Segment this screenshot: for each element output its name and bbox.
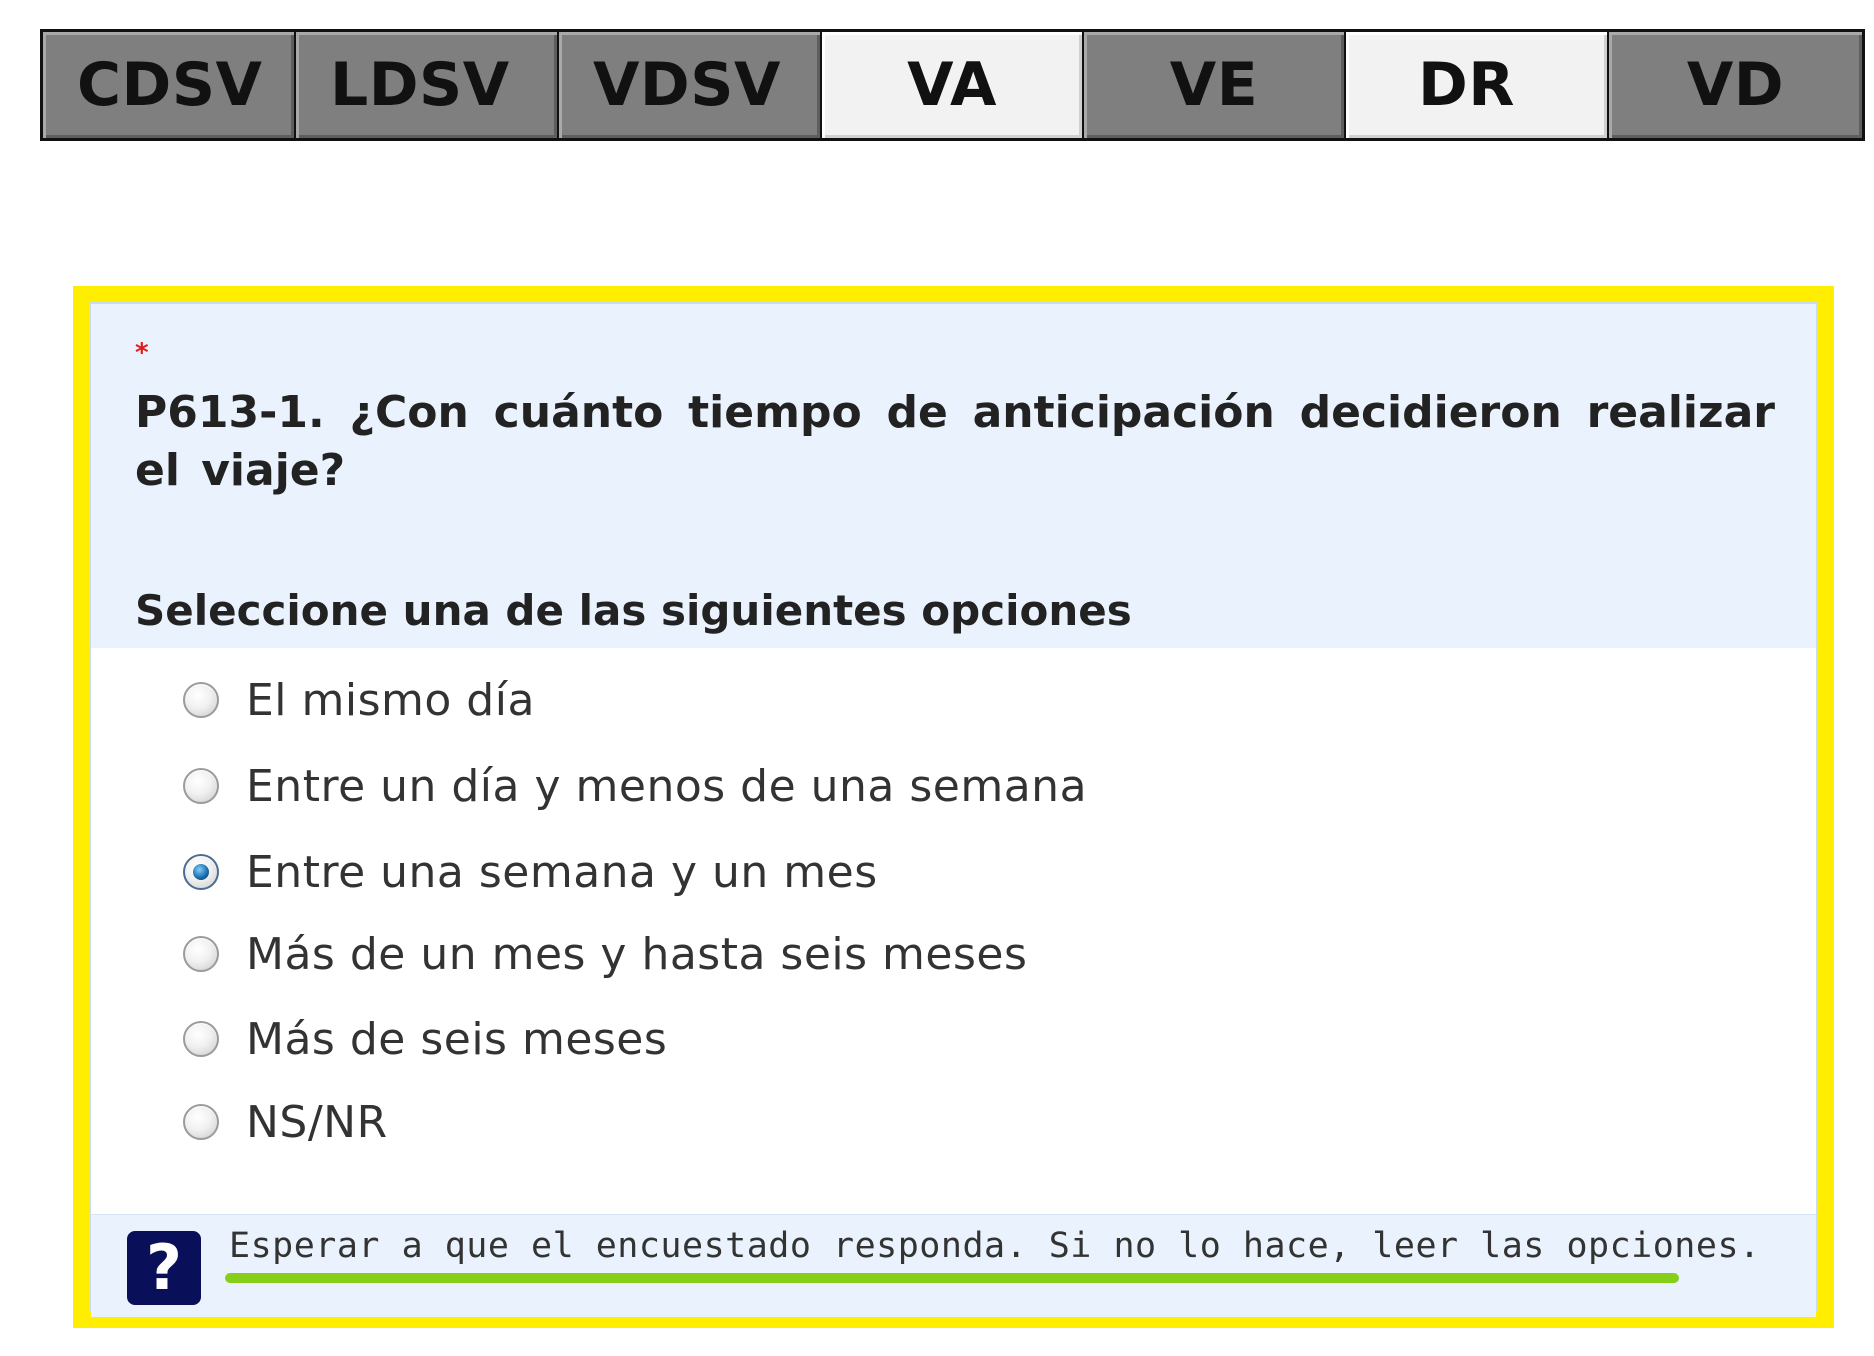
option-label: NS/NR — [246, 1096, 388, 1148]
tab-va[interactable]: VA — [822, 32, 1084, 138]
question-header: * P613-1. ¿Con cuánto tiempo de anticipa… — [91, 304, 1816, 648]
question-text: P613-1. ¿Con cuánto tiempo de anticipaci… — [135, 387, 1775, 496]
option-label: Entre un día y menos de una semana — [246, 760, 1088, 812]
option-entre-una-semana-y-un-mes[interactable]: Entre una semana y un mes — [183, 844, 878, 900]
section-tab-bar: CDSV LDSV VDSV VA VE DR VD — [40, 29, 1865, 141]
tab-dr[interactable]: DR — [1346, 32, 1609, 138]
radio-button[interactable] — [183, 1104, 219, 1140]
highlighted-question-frame: * P613-1. ¿Con cuánto tiempo de anticipa… — [73, 286, 1834, 1328]
option-el-mismo-dia[interactable]: El mismo día — [183, 672, 535, 728]
option-entre-un-dia-y-una-semana[interactable]: Entre un día y menos de una semana — [183, 758, 1087, 814]
help-highlight-underline — [225, 1273, 1679, 1283]
option-mas-de-un-mes-hasta-seis[interactable]: Más de un mes y hasta seis meses — [183, 926, 1027, 982]
option-label: Más de un mes y hasta seis meses — [246, 928, 1028, 980]
help-tip: ? Esperar a que el encuestado responda. … — [91, 1214, 1816, 1317]
option-label: Entre una semana y un mes — [246, 846, 878, 898]
question-instruction: Seleccione una de las siguientes opcione… — [135, 586, 1132, 635]
option-label: Más de seis meses — [246, 1013, 668, 1065]
option-mas-de-seis-meses[interactable]: Más de seis meses — [183, 1011, 667, 1067]
option-label: El mismo día — [246, 674, 535, 726]
tab-vd[interactable]: VD — [1609, 32, 1862, 138]
tab-vdsv[interactable]: VDSV — [559, 32, 822, 138]
radio-button-selected[interactable] — [183, 854, 219, 890]
tab-cdsv[interactable]: CDSV — [43, 32, 296, 138]
question-card: * P613-1. ¿Con cuánto tiempo de anticipa… — [89, 302, 1818, 1317]
radio-button[interactable] — [183, 1021, 219, 1057]
help-text: Esperar a que el encuestado responda. Si… — [229, 1226, 1761, 1266]
radio-button[interactable] — [183, 682, 219, 718]
option-ns-nr[interactable]: NS/NR — [183, 1094, 388, 1150]
required-marker: * — [135, 338, 149, 368]
tab-ve[interactable]: VE — [1084, 32, 1346, 138]
radio-button[interactable] — [183, 936, 219, 972]
radio-button[interactable] — [183, 768, 219, 804]
tab-ldsv[interactable]: LDSV — [296, 32, 559, 138]
help-question-icon: ? — [127, 1231, 201, 1305]
